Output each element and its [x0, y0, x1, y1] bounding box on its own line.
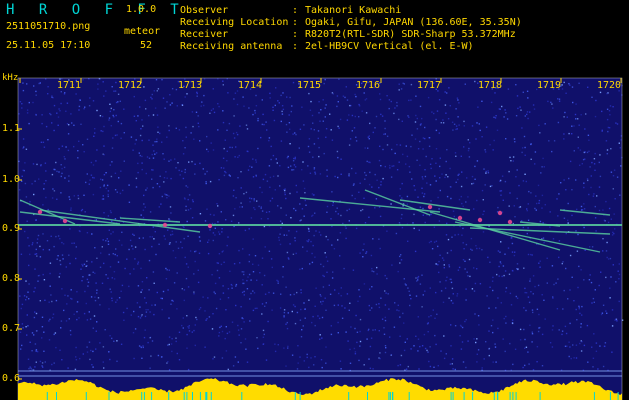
receiver-separator: :	[292, 29, 299, 40]
x-tick-label: 1718	[478, 80, 503, 91]
x-tick-label: 1714	[238, 80, 263, 91]
detection-count: 52	[140, 40, 153, 51]
observer-value: Takanori Kawachi	[305, 5, 402, 16]
receiver-value: R820T2(RTL-SDR) SDR-Sharp 53.372MHz	[305, 29, 516, 40]
echo-hotspot	[207, 223, 213, 229]
x-tick-label: 1712	[118, 80, 143, 91]
echo-hotspot	[477, 217, 483, 223]
echo-hotspot	[427, 204, 433, 210]
antenna-key: Receiving antenna	[180, 41, 283, 52]
y-tick-label: 0.8	[2, 273, 21, 284]
x-tick-label: 1715	[297, 80, 322, 91]
antenna-value: 2el-HB9CV Vertical (el. E-W)	[305, 41, 474, 52]
echo-hotspot	[37, 209, 43, 215]
y-tick-label: 0.7	[2, 323, 21, 334]
location-value: Ogaki, Gifu, JAPAN (136.60E, 35.35N)	[305, 17, 522, 28]
x-tick-label: 1713	[178, 80, 203, 91]
echo-hotspot	[162, 222, 168, 228]
hrofft-window: H R O F F T 1.0.0 2511051710.png 25.11.0…	[0, 0, 629, 400]
observer-separator: :	[292, 5, 299, 16]
location-key: Receiving Location	[180, 17, 289, 28]
detection-label: meteor	[124, 26, 161, 37]
antenna-separator: :	[292, 41, 299, 52]
app-title: H R O F F T	[6, 2, 187, 18]
x-tick-label: 1720	[597, 80, 622, 91]
echo-hotspot	[497, 210, 503, 216]
app-version: 1.0.0	[126, 4, 157, 15]
location-separator: :	[292, 17, 299, 28]
y-tick-label: 0.9	[2, 223, 21, 234]
echo-hotspot	[62, 218, 68, 224]
x-tick-label: 1717	[417, 80, 442, 91]
y-axis-unit: kHz	[2, 73, 19, 83]
y-tick-label: 0.6	[2, 373, 21, 384]
x-tick-label: 1716	[356, 80, 381, 91]
file-name: 2511051710.png	[6, 21, 91, 32]
x-tick-label: 1719	[537, 80, 562, 91]
spectrogram-plot	[17, 77, 624, 400]
observer-key: Observer	[180, 5, 229, 16]
echo-hotspot	[507, 219, 513, 225]
y-tick-label: 1.1	[2, 123, 21, 134]
x-tick-label: 1711	[57, 80, 82, 91]
receiver-key: Receiver	[180, 29, 229, 40]
y-tick-label: 1.0	[2, 174, 21, 185]
echo-hotspot	[457, 215, 463, 221]
file-timestamp: 25.11.05 17:10	[6, 40, 91, 51]
